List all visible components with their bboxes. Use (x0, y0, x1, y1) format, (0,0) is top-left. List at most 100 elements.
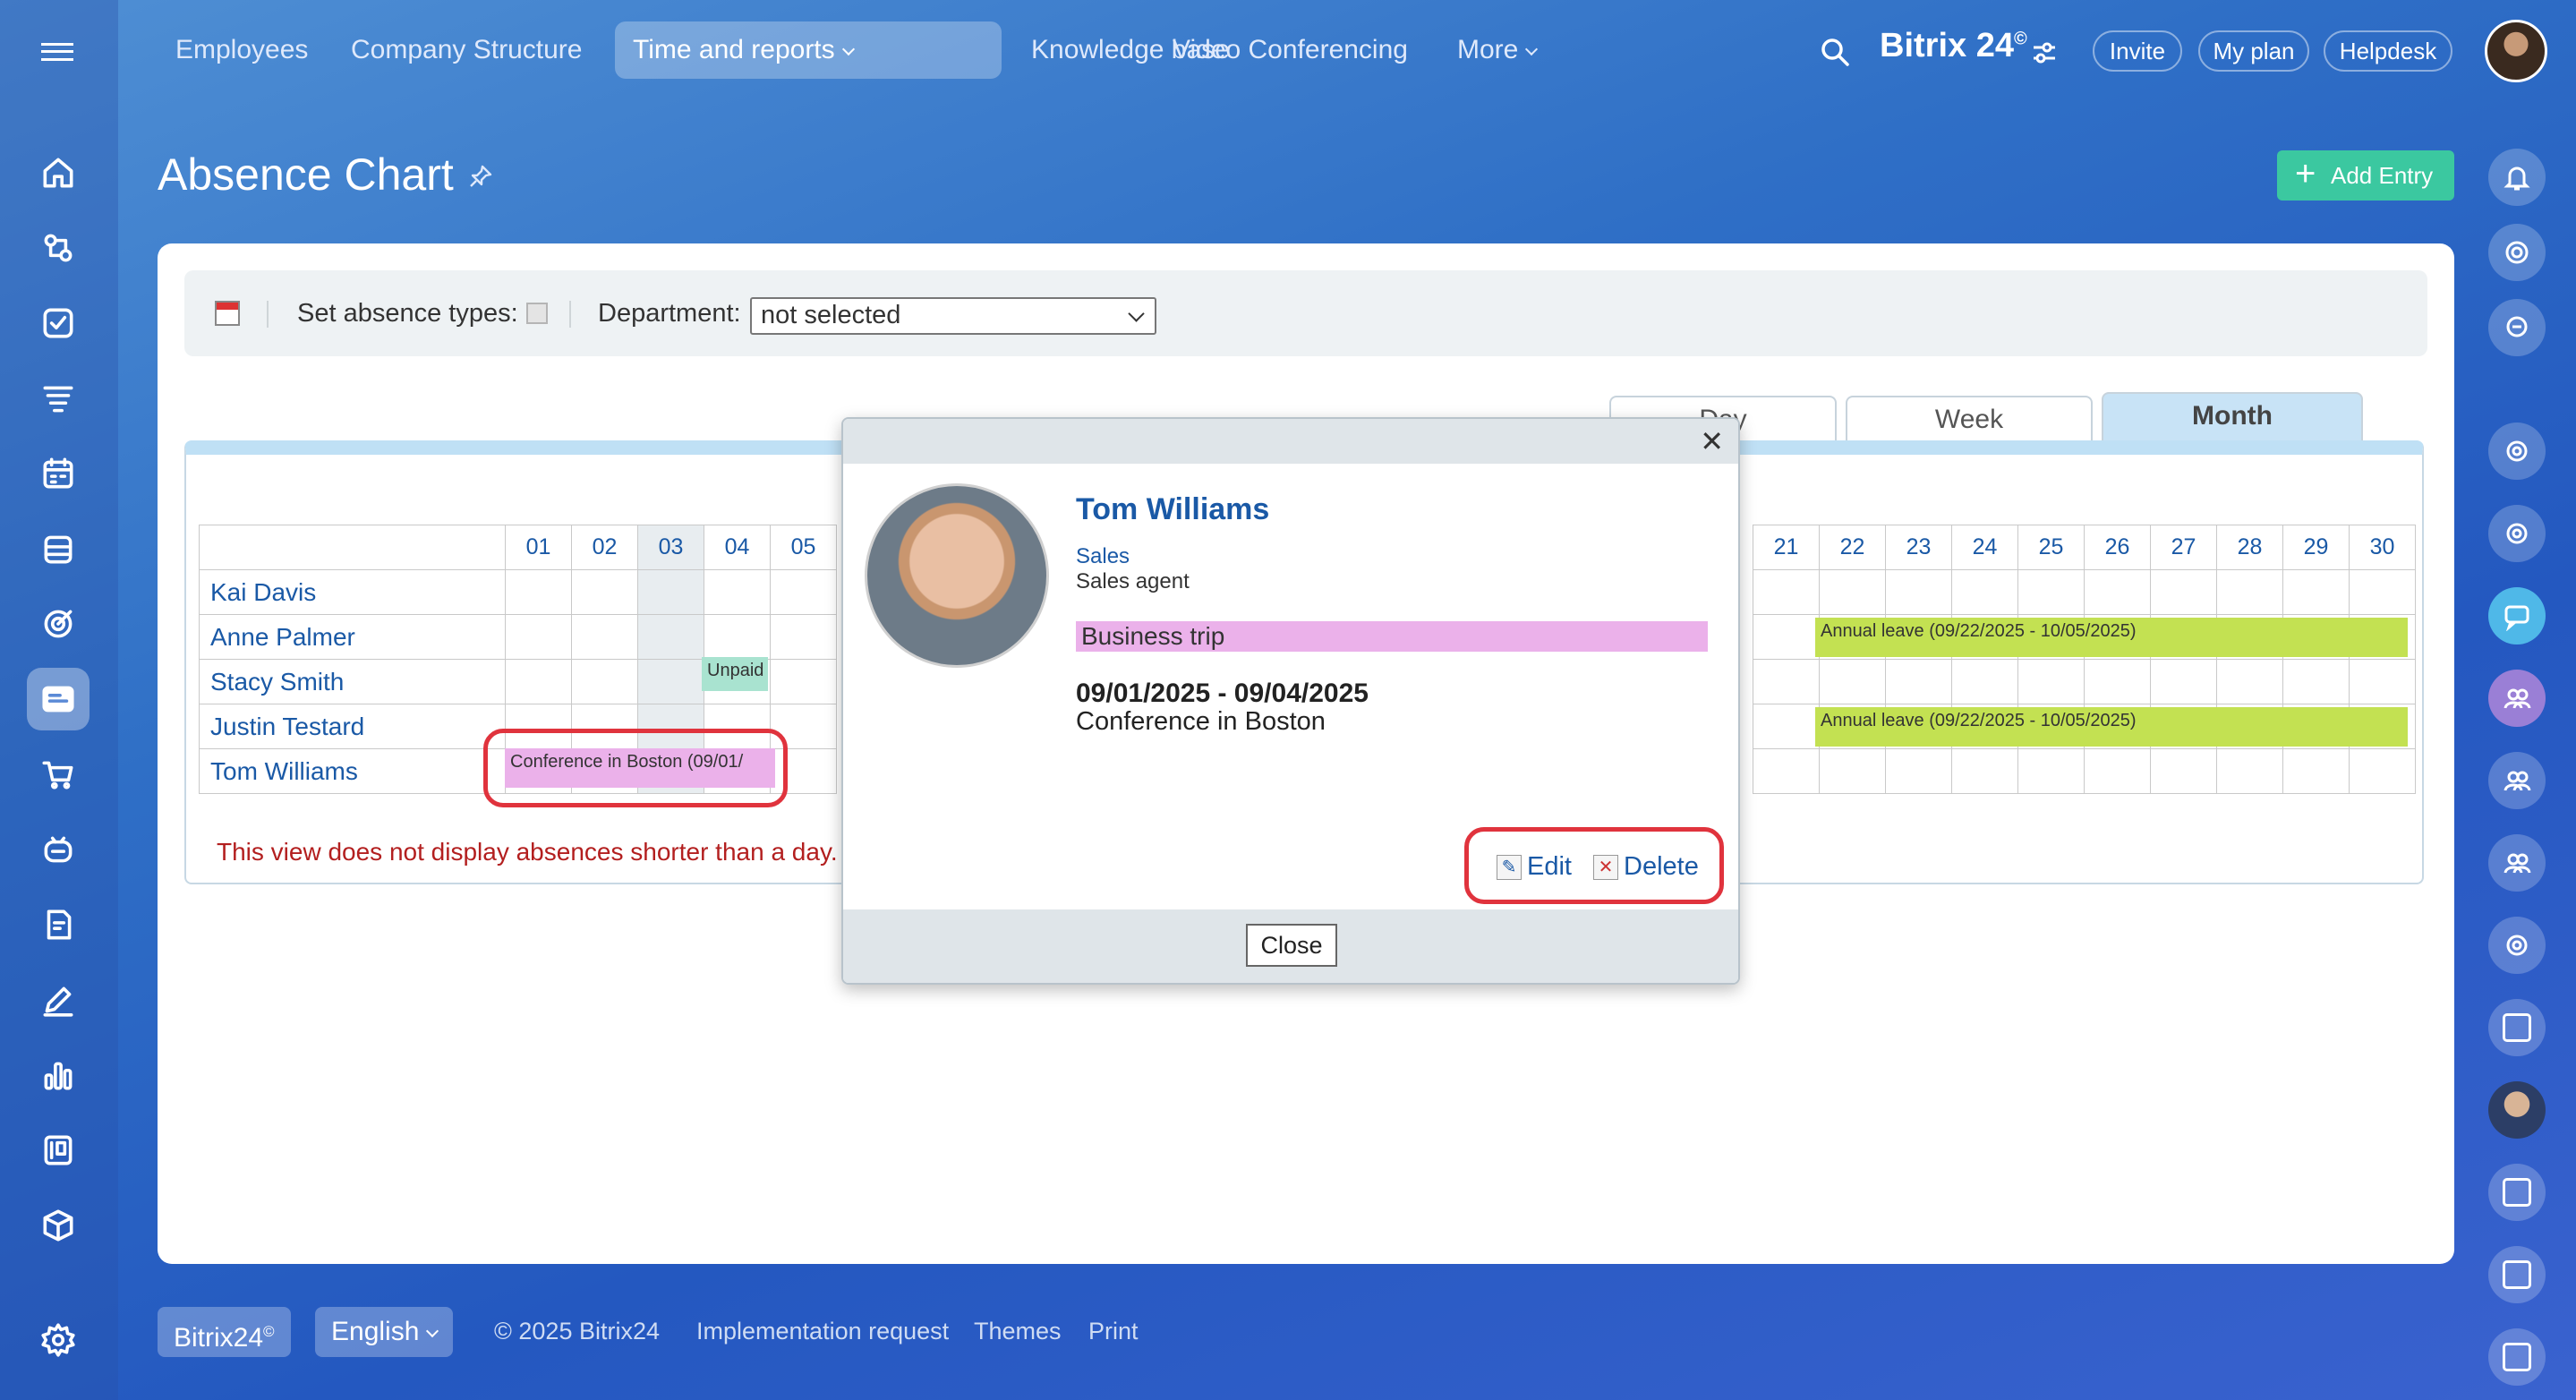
nav-more[interactable]: More (1439, 21, 1554, 79)
department-select[interactable]: not selected (750, 297, 1156, 335)
page-title: Absence Chart (158, 149, 454, 200)
language-selector[interactable]: English (315, 1307, 454, 1357)
notifications-icon[interactable] (2488, 149, 2546, 206)
day-header: 22 (1819, 525, 1886, 570)
contact-avatar[interactable] (2488, 1081, 2546, 1139)
market-icon[interactable] (27, 1194, 90, 1257)
search-chat-icon[interactable] (2488, 299, 2546, 356)
footer-brand[interactable]: Bitrix24© (158, 1307, 291, 1357)
highlight-frame (483, 729, 788, 807)
chevron-down-icon (1525, 42, 1539, 56)
day-header: 28 (2216, 525, 2283, 570)
group-chat-icon[interactable] (2488, 670, 2546, 727)
search-icon[interactable] (1819, 36, 1851, 68)
sign-icon[interactable] (27, 893, 90, 956)
channel-icon[interactable] (2488, 505, 2546, 562)
chat-icon[interactable] (2488, 587, 2546, 645)
employee-department-link[interactable]: Sales (1076, 544, 1130, 569)
tab-month[interactable]: Month (2102, 392, 2363, 442)
channel-icon[interactable] (2488, 423, 2546, 480)
copilot-chat-icon[interactable] (2488, 224, 2546, 281)
helpdesk-button[interactable]: Helpdesk (2324, 30, 2452, 72)
drive-icon[interactable] (27, 517, 90, 580)
employee-name-link[interactable]: Tom Williams (1076, 492, 1269, 527)
user-avatar[interactable] (2485, 20, 2547, 82)
themes-link[interactable]: Themes (974, 1318, 1062, 1345)
absence-type-badge: Business trip (1076, 621, 1708, 652)
department-label: Department: (598, 299, 741, 328)
task-chat-icon[interactable] (2488, 1246, 2546, 1303)
absence-bar-annual-leave[interactable]: Annual leave (09/22/2025 - 10/05/2025) (1815, 618, 2408, 657)
table-row (1753, 659, 2416, 704)
day-header: 04 (704, 525, 771, 570)
channel-icon[interactable] (2488, 917, 2546, 974)
footer-brand-name: Bitrix24 (174, 1323, 264, 1353)
shop-icon[interactable] (27, 743, 90, 806)
calendar-icon[interactable] (27, 442, 90, 505)
day-header: 24 (1951, 525, 2018, 570)
task-chat-icon[interactable] (2488, 999, 2546, 1056)
implementation-request-link[interactable]: Implementation request (696, 1318, 949, 1345)
nav-video-conferencing[interactable]: Video Conferencing (1155, 21, 1426, 79)
close-icon[interactable]: ✕ (1700, 424, 1724, 458)
task-chat-icon[interactable] (2488, 1328, 2546, 1386)
absence-types-label: Set absence types: (297, 299, 518, 328)
absence-types-checkbox[interactable] (526, 303, 548, 324)
nav-time-and-reports[interactable]: Time and reports (615, 21, 1002, 79)
calendar-icon[interactable] (215, 301, 240, 326)
brand-logo: Bitrix 24© (1880, 27, 2027, 65)
menu-icon[interactable] (41, 43, 73, 61)
employee-name[interactable]: Tom Williams (199, 748, 506, 794)
goals-icon[interactable] (27, 593, 90, 655)
employee-name[interactable]: Justin Testard (199, 704, 506, 749)
nav-employees[interactable]: Employees (158, 21, 326, 79)
knowledge-icon[interactable] (27, 1119, 90, 1182)
settings-icon[interactable] (27, 1309, 90, 1371)
nav-company-structure[interactable]: Company Structure (333, 21, 600, 79)
absence-bar-unpaid[interactable]: Unpaid (702, 657, 768, 691)
invite-button[interactable]: Invite (2093, 30, 2182, 72)
tasks-icon[interactable] (27, 292, 90, 354)
analytics-icon[interactable] (27, 1044, 90, 1106)
close-button[interactable]: Close (1246, 924, 1337, 967)
chevron-down-icon (426, 1324, 439, 1338)
day-header: 30 (2349, 525, 2416, 570)
print-link[interactable]: Print (1088, 1318, 1139, 1345)
table-row: Kai Davis (199, 569, 837, 615)
table-row: 01 02 03 04 05 (199, 525, 837, 570)
employee-name[interactable]: Anne Palmer (199, 614, 506, 660)
dialog-header: ✕ (843, 419, 1738, 464)
filter-settings-icon[interactable] (2032, 41, 2057, 64)
employee-name[interactable]: Kai Davis (199, 569, 506, 615)
feed-icon[interactable] (27, 217, 90, 279)
home-icon[interactable] (27, 141, 90, 204)
day-header: 03 (637, 525, 704, 570)
my-plan-button[interactable]: My plan (2198, 30, 2309, 72)
brand-name: Bitrix 24 (1880, 27, 2014, 64)
add-entry-button[interactable]: Add Entry (2277, 149, 2454, 201)
table-row (1753, 748, 2416, 794)
task-chat-icon[interactable] (2488, 1164, 2546, 1221)
group-chat-icon[interactable] (2488, 752, 2546, 809)
footer-brand-mark: © (263, 1323, 275, 1340)
absence-bar-annual-leave[interactable]: Annual leave (09/22/2025 - 10/05/2025) (1815, 707, 2408, 747)
chevron-down-icon (841, 42, 855, 56)
copilot-icon[interactable] (27, 818, 90, 881)
day-header: 01 (505, 525, 572, 570)
footer: Bitrix24© English © 2025 Bitrix24 Implem… (158, 1307, 1500, 1357)
employee-position: Sales agent (1076, 569, 1190, 593)
table-row (1753, 569, 2416, 615)
absence-grid-right: 21 22 23 24 25 26 27 28 29 30 (1753, 525, 2416, 794)
day-header: 29 (2282, 525, 2350, 570)
edit-icon[interactable] (27, 969, 90, 1031)
language-label: English (331, 1317, 420, 1346)
employee-name[interactable]: Stacy Smith (199, 659, 506, 704)
divider (267, 301, 269, 328)
crm-icon[interactable] (27, 367, 90, 430)
pin-icon[interactable] (467, 163, 494, 190)
day-header: 02 (571, 525, 638, 570)
day-header: 27 (2150, 525, 2217, 570)
tab-week[interactable]: Week (1846, 396, 2093, 442)
group-chat-icon[interactable] (2488, 834, 2546, 892)
timeman-icon[interactable] (27, 668, 90, 730)
